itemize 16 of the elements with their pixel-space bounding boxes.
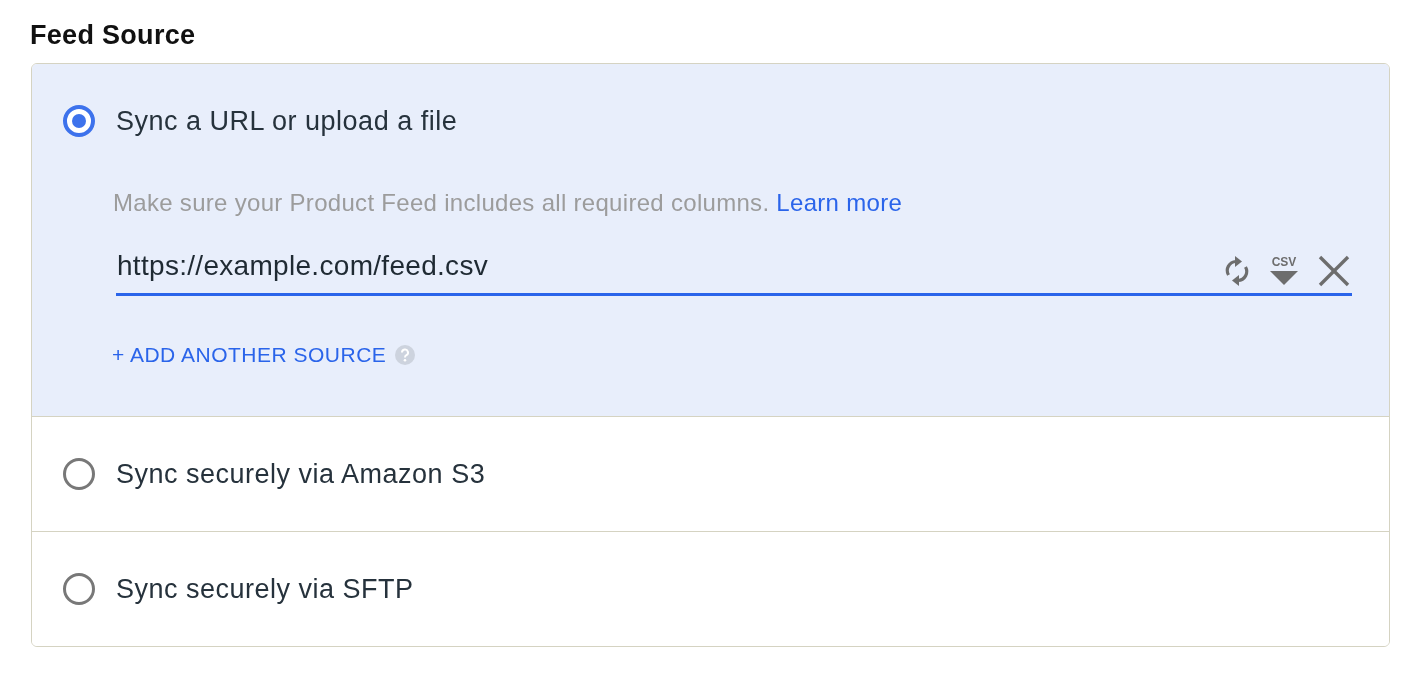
close-icon [1318, 254, 1350, 287]
learn-more-link[interactable]: Learn more [776, 189, 903, 216]
help-text: Make sure your Product Feed includes all required columns. Learn more [113, 190, 904, 216]
radio-button[interactable] [63, 573, 95, 605]
option-label: Sync securely via Amazon S3 [116, 458, 486, 490]
caret-icon [1270, 271, 1298, 285]
clear-button[interactable] [1318, 254, 1350, 287]
sync-icon [1224, 255, 1250, 286]
add-source-link[interactable]: + ADD ANOTHER SOURCE [112, 342, 387, 368]
option-label: Sync a URL or upload a file [116, 105, 458, 137]
radio-button[interactable] [63, 458, 95, 490]
format-dropdown-button[interactable]: CSV [1270, 256, 1298, 285]
option-label: Sync securely via SFTP [116, 573, 414, 605]
sync-button[interactable] [1224, 255, 1250, 286]
section-title: Feed Source [30, 19, 197, 51]
radio-button[interactable] [63, 105, 95, 137]
